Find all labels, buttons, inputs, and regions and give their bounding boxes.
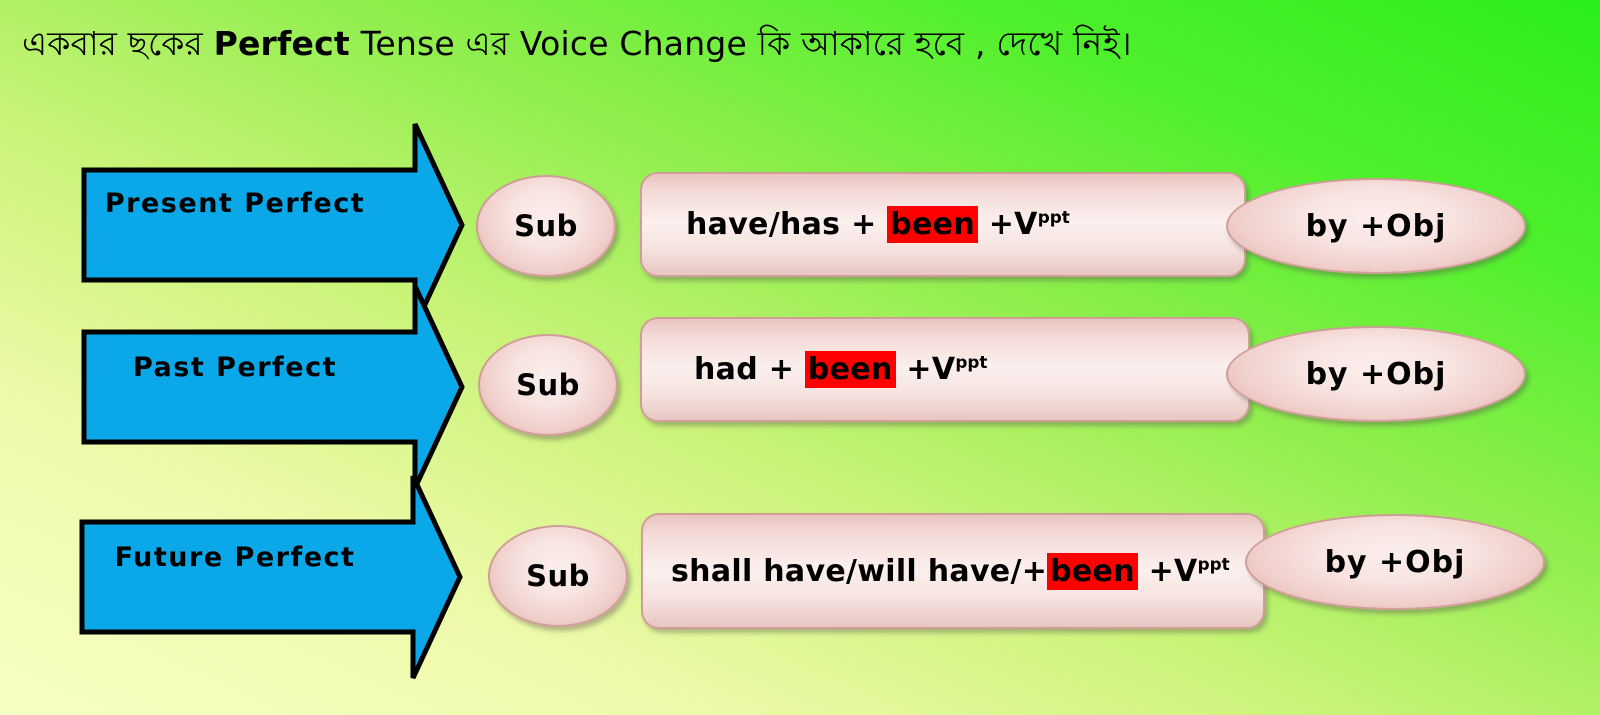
formula-superscript-row-3: ppt: [1197, 553, 1230, 574]
object-label-row-2: by +Obj: [1305, 356, 1447, 392]
title-segment-perfect: Perfect: [213, 24, 350, 63]
diagram-canvas: একবার ছকের Perfect Tense এর Voice Change…: [0, 0, 1600, 715]
formula-prefix-row-3: shall have/will have/+: [671, 553, 1048, 589]
subject-label-row-3: Sub: [526, 559, 590, 593]
formula-highlight-row-1: been: [887, 206, 978, 243]
object-label-row-3: by +Obj: [1324, 544, 1466, 580]
title-segment-bengali-2: এর: [465, 24, 520, 63]
arrow-shape-future-perfect: [79, 474, 463, 680]
subject-ellipse-row-3: Sub: [488, 525, 628, 627]
arrow-shape-past-perfect: [81, 284, 465, 490]
title-segment-bengali-1: একবার ছকের: [22, 24, 214, 63]
arrow-shape-present-perfect: [81, 122, 465, 328]
title-segment-tense: Tense: [349, 24, 466, 63]
object-ellipse-row-2: by +Obj: [1226, 326, 1526, 422]
formula-highlight-row-3: been: [1047, 552, 1138, 590]
object-ellipse-row-3: by +Obj: [1245, 514, 1545, 610]
subject-label-row-1: Sub: [514, 209, 578, 243]
formula-text-row-1: have/has + been +Vppt: [686, 206, 1070, 243]
title-segment-voice-change: Voice Change: [519, 24, 758, 63]
subject-label-row-2: Sub: [516, 368, 580, 402]
subject-ellipse-row-2: Sub: [478, 334, 618, 436]
formula-prefix-row-1: have/has +: [686, 207, 888, 242]
object-ellipse-row-1: by +Obj: [1226, 178, 1526, 274]
formula-superscript-row-1: ppt: [1037, 207, 1070, 227]
formula-box-row-3: shall have/will have/+ been +Vppt: [641, 513, 1265, 629]
title-segment-bengali-3: কি আকারে হবে , দেখে নিই।: [757, 24, 1132, 63]
formula-text-row-2: had + been +Vppt: [694, 351, 988, 388]
formula-suffix-row-1: +V: [977, 207, 1038, 242]
formula-superscript-row-2: ppt: [955, 352, 988, 372]
subject-ellipse-row-1: Sub: [476, 175, 616, 277]
tense-arrow-group: Present Perfect Past Perfect Future Perf…: [70, 110, 470, 680]
object-label-row-1: by +Obj: [1305, 208, 1447, 244]
formula-highlight-row-2: been: [804, 351, 896, 388]
page-title: একবার ছকের Perfect Tense এর Voice Change…: [22, 18, 1422, 70]
formula-suffix-row-3: +V: [1137, 553, 1198, 589]
formula-prefix-row-2: had +: [694, 352, 805, 387]
formula-suffix-row-2: +V: [895, 352, 956, 387]
formula-box-row-2: had + been +Vppt: [640, 317, 1250, 422]
formula-box-row-1: have/has + been +Vppt: [640, 172, 1246, 277]
formula-text-row-3: shall have/will have/+ been +Vppt: [671, 552, 1230, 590]
